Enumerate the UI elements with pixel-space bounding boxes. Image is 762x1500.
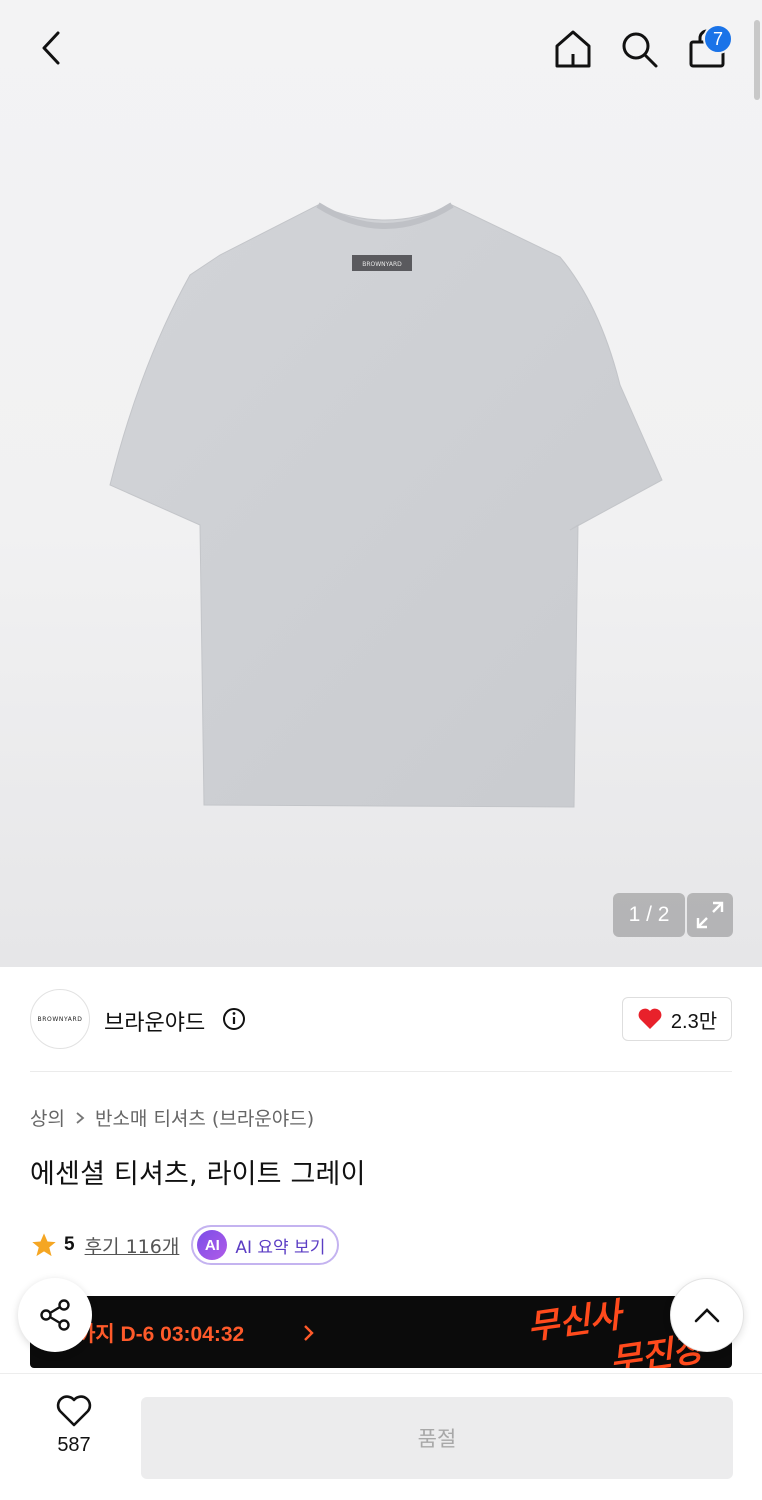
image-page-indicator: 1 / 2 — [613, 893, 685, 937]
back-icon — [42, 31, 60, 65]
ai-summary-button[interactable]: AI AI 요약 보기 — [191, 1225, 340, 1265]
brand-row: BROWNYARD 브라운야드 2.3만 — [0, 967, 762, 1072]
scroll-to-top-button[interactable] — [670, 1278, 744, 1352]
back-button[interactable] — [30, 26, 74, 70]
breadcrumb-subcategory[interactable]: 반소매 티셔츠 (브라운야드) — [95, 1104, 314, 1131]
product-image-gallery[interactable]: 7 BROWNYARD 1 / 2 — [0, 0, 762, 967]
product-image: BROWNYARD — [109, 202, 663, 808]
brand-logo-text: BROWNYARD — [37, 1015, 83, 1023]
star-icon — [32, 1233, 56, 1257]
wishlist-button[interactable]: 587 — [34, 1394, 114, 1474]
home-icon — [555, 30, 591, 68]
sold-out-button[interactable]: 품절 — [141, 1397, 733, 1479]
rating-value: 5 — [64, 1234, 75, 1255]
scrollbar[interactable] — [754, 20, 760, 100]
expand-icon — [696, 901, 724, 929]
heart-outline-icon — [56, 1395, 92, 1427]
breadcrumb-category[interactable]: 상의 — [30, 1104, 65, 1131]
brand-like-count: 2.3만 — [670, 1010, 718, 1033]
rating-row: 5 후기 116개 AI AI 요약 보기 — [30, 1224, 340, 1266]
search-button[interactable] — [616, 26, 662, 72]
wishlist-count: 587 — [57, 1434, 91, 1456]
ai-summary-label: AI 요약 보기 — [235, 1237, 326, 1258]
brand-logo[interactable]: BROWNYARD — [30, 989, 90, 1049]
product-title: 에센셜 티셔츠, 라이트 그레이 — [30, 1159, 366, 1190]
brand-name[interactable]: 브라운야드 — [104, 1005, 205, 1037]
divider — [30, 1071, 732, 1072]
brand-like-button[interactable]: 2.3만 — [622, 997, 732, 1041]
review-link[interactable]: 후기 116개 — [85, 1232, 180, 1259]
share-icon — [40, 1299, 70, 1331]
expand-image-button[interactable] — [687, 893, 733, 937]
chevron-right-icon — [76, 1111, 85, 1124]
breadcrumb: 상의 반소매 티셔츠 (브라운야드) — [30, 1104, 314, 1131]
bottom-action-bar: 587 품절 — [0, 1373, 762, 1500]
heart-filled-icon — [638, 1008, 662, 1029]
promo-countdown-text: 까지 D-6 03:04:32 — [76, 1323, 245, 1346]
cart-count-badge: 7 — [703, 24, 733, 54]
share-button[interactable] — [18, 1278, 92, 1352]
chevron-right-icon — [304, 1325, 314, 1341]
ai-badge-icon: AI — [197, 1230, 228, 1260]
search-icon — [622, 32, 658, 68]
info-icon[interactable] — [222, 1007, 246, 1031]
promo-art-line1: 무신사 — [525, 1296, 627, 1348]
garment-label-text: BROWNYARD — [362, 261, 402, 268]
chevron-up-icon — [694, 1308, 720, 1323]
home-button[interactable] — [550, 26, 596, 72]
top-navigation-bar: 7 — [0, 0, 762, 100]
promo-banner[interactable]: 까지 D-6 03:04:32 무신사 무진장 — [30, 1296, 732, 1368]
